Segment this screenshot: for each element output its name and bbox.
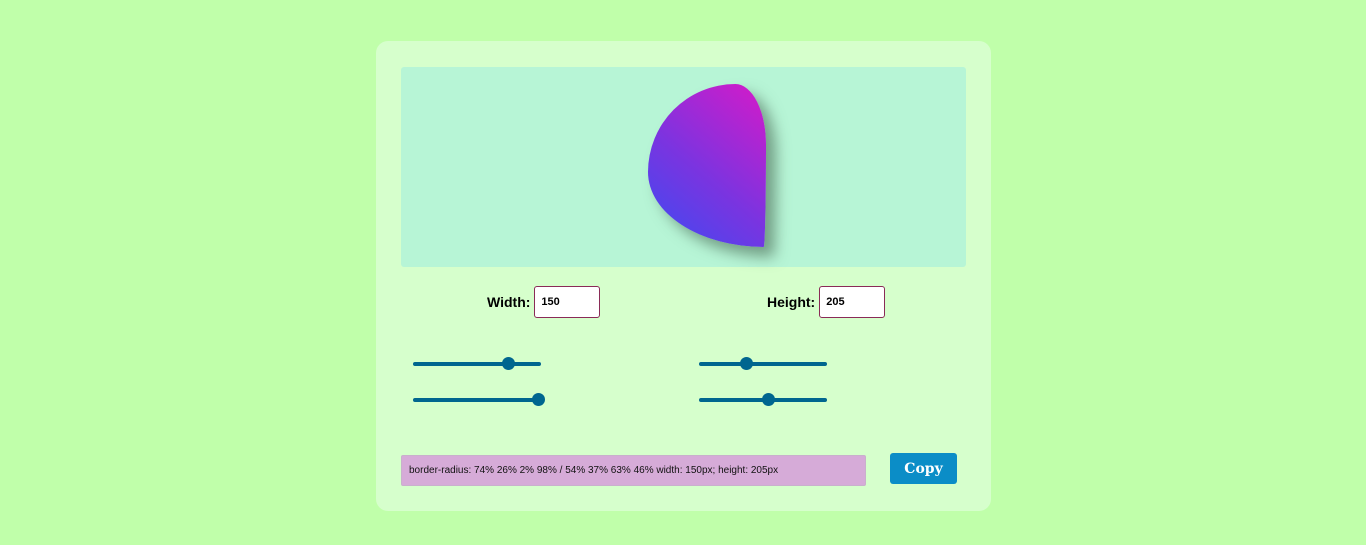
slider-bottom-left[interactable]: [413, 393, 546, 407]
css-output[interactable]: border-radius: 74% 26% 2% 98% / 54% 37% …: [401, 455, 866, 486]
slider-thumb[interactable]: [501, 357, 515, 370]
copy-button[interactable]: Copy: [890, 453, 957, 484]
slider-top-left[interactable]: [413, 357, 541, 371]
slider-track: [413, 362, 541, 366]
height-label: Height:: [767, 294, 816, 310]
width-field: Width:: [487, 286, 601, 318]
generator-card: Width: Height: border-radius: 74% 26% 2%…: [376, 41, 991, 511]
slider-track: [699, 362, 827, 366]
slider-bottom-right[interactable]: [699, 393, 827, 407]
preview-area: [401, 67, 966, 267]
shape-preview: [648, 84, 766, 247]
height-field: Height:: [767, 286, 886, 318]
slider-top-right[interactable]: [699, 357, 827, 371]
slider-track: [413, 398, 541, 402]
width-label: Width:: [487, 294, 531, 310]
slider-thumb[interactable]: [740, 357, 754, 370]
width-input[interactable]: [534, 286, 601, 318]
slider-thumb[interactable]: [532, 393, 546, 406]
slider-thumb[interactable]: [762, 393, 776, 406]
height-input[interactable]: [819, 286, 886, 318]
